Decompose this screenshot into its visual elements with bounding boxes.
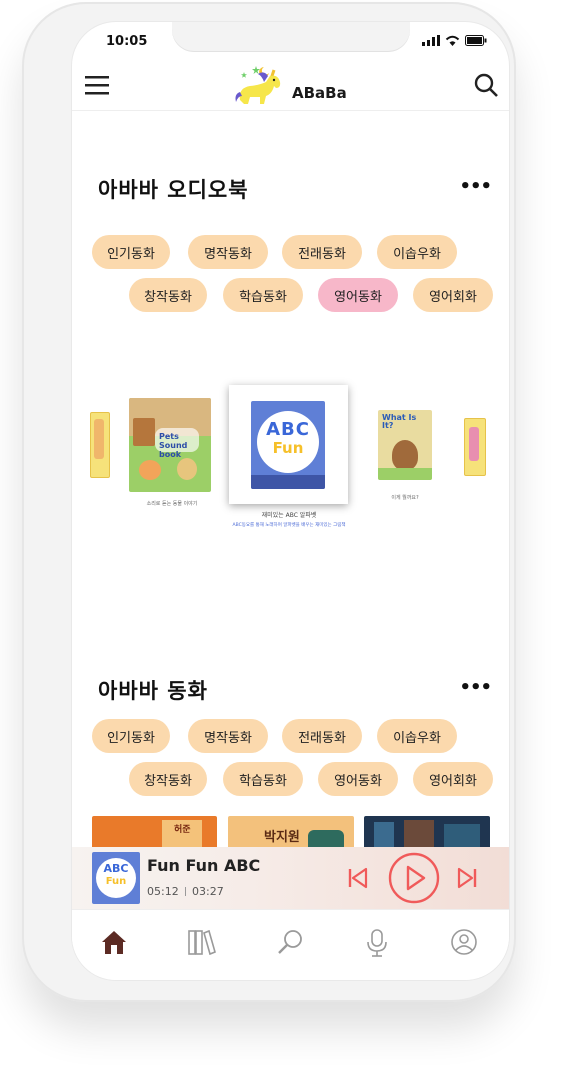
audiobook-chip-6-active[interactable]: 영어동화: [318, 278, 398, 312]
audiobook-chip-4[interactable]: 창작동화: [129, 278, 207, 312]
what-caption: 이게 뭘까요?: [391, 495, 419, 501]
featured-caption: 재미있는 ABC 알파벳: [261, 512, 317, 519]
carousel-book-pets[interactable]: Pets Sound book: [129, 398, 211, 492]
fairytale-chip-7[interactable]: 영어회화: [413, 762, 493, 796]
fairytale-thumb-0-text: 허준: [174, 825, 191, 835]
carousel-book-far-left[interactable]: [90, 412, 110, 478]
player-thumbnail: ABC Fun: [92, 852, 140, 904]
what-cover-title: What Is It?: [382, 413, 417, 430]
carousel-book-far-right[interactable]: [464, 418, 486, 476]
player-progress-marker: [185, 887, 186, 896]
next-track-icon[interactable]: [456, 867, 478, 889]
signal-icon: [422, 35, 440, 46]
fairytale-chip-4[interactable]: 창작동화: [129, 762, 207, 796]
fairytale-chip-5[interactable]: 학습동화: [223, 762, 303, 796]
bottom-tab-bar: [72, 909, 509, 980]
player-thumb-text-1: ABC: [103, 862, 129, 875]
audiobook-chip-5[interactable]: 학습동화: [223, 278, 303, 312]
app-logo[interactable]: ABaBa: [234, 66, 347, 106]
fairytale-chip-6[interactable]: 영어동화: [318, 762, 398, 796]
audiobook-chip-0[interactable]: 인기동화: [92, 235, 170, 269]
featured-cover-title-1: ABC: [266, 419, 310, 440]
fairytale-thumb-2[interactable]: [364, 816, 490, 850]
featured-cover: ABC Fun: [251, 401, 325, 489]
fairytale-chip-1[interactable]: 명작동화: [188, 719, 268, 753]
app-screen: 10:05 ABaBa 아바바 오디오북 ••• 인기동화 명작동화 전래동화 …: [72, 22, 509, 980]
profile-icon[interactable]: [450, 928, 478, 956]
previous-track-icon[interactable]: [347, 867, 369, 889]
player-total-time: 03:27: [192, 885, 224, 898]
home-icon[interactable]: [100, 928, 128, 956]
fairytale-thumb-1-text: 박지원: [264, 830, 300, 845]
fairytale-chip-0[interactable]: 인기동화: [92, 719, 170, 753]
status-time: 10:05: [106, 34, 148, 49]
featured-cover-title-2: Fun: [272, 439, 304, 457]
audiobook-chip-3[interactable]: 이솝우화: [377, 235, 457, 269]
phone-frame: 10:05 ABaBa 아바바 오디오북 ••• 인기동화 명작동화 전래동화 …: [22, 2, 516, 1002]
audiobook-section-title: 아바바 오디오북: [98, 178, 249, 202]
search-icon[interactable]: [276, 928, 304, 956]
pets-cover-title: Pets Sound book: [159, 432, 188, 459]
featured-sub-caption: ABC동요를 통해 노래하며 알파벳을 배우는 재미있는 그림책: [232, 523, 346, 528]
mini-player[interactable]: ABC Fun Fun Fun ABC 05:12 03:27: [72, 847, 509, 909]
unicorn-logo-icon: [235, 66, 281, 104]
fairytale-chip-3[interactable]: 이솝우화: [377, 719, 457, 753]
player-track-title: Fun Fun ABC: [147, 856, 261, 875]
fairytale-section-title: 아바바 동화: [98, 679, 208, 703]
audiobook-more-icon[interactable]: •••: [459, 176, 492, 197]
menu-icon[interactable]: [84, 72, 110, 98]
audiobook-chip-2[interactable]: 전래동화: [282, 235, 362, 269]
player-thumb-text-2: Fun: [105, 876, 127, 887]
library-icon[interactable]: [187, 928, 217, 956]
app-logo-text: ABaBa: [292, 84, 347, 102]
battery-icon: [465, 35, 487, 46]
wifi-icon: [445, 35, 460, 46]
fairytale-more-icon[interactable]: •••: [459, 677, 492, 698]
microphone-icon[interactable]: [364, 928, 390, 958]
player-current-time: 05:12: [147, 885, 179, 898]
fairytale-chip-2[interactable]: 전래동화: [282, 719, 362, 753]
play-icon[interactable]: [388, 852, 440, 904]
carousel-book-featured-frame[interactable]: ABC Fun: [229, 385, 348, 504]
audiobook-chip-1[interactable]: 명작동화: [188, 235, 268, 269]
notch: [172, 22, 410, 52]
status-icons: [422, 35, 487, 46]
search-icon[interactable]: [473, 72, 499, 98]
carousel-book-what-is-it[interactable]: What Is It?: [378, 410, 432, 480]
pets-caption: 소리로 듣는 동물 이야기: [146, 501, 198, 507]
top-app-bar: ABaBa: [72, 66, 509, 111]
audiobook-chip-7[interactable]: 영어회화: [413, 278, 493, 312]
fairytale-thumb-0[interactable]: 허준: [92, 816, 217, 850]
fairytale-thumb-1[interactable]: 박지원: [228, 816, 354, 850]
